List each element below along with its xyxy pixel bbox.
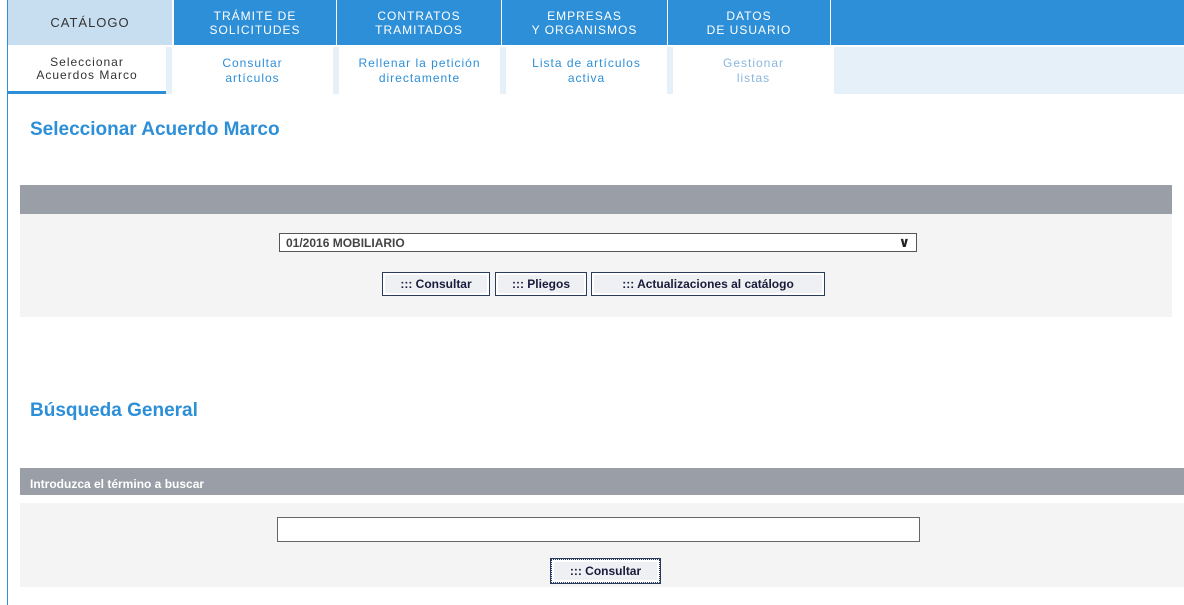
subnav-gestionar-listas[interactable]: Gestionar listas <box>673 47 834 94</box>
chevron-down-icon: ∨ <box>898 234 910 250</box>
tab-empresas-organismos[interactable]: EMPRESAS Y ORGANISMOS <box>502 0 668 45</box>
acuerdo-select-value: 01/2016 MOBILIARIO <box>286 236 405 250</box>
busqueda-consultar-button[interactable]: ::: Consultar <box>550 558 661 584</box>
acuerdo-panel-body <box>20 214 1172 317</box>
sub-navigation: Seleccionar Acuerdos Marco Consultar art… <box>8 47 1184 94</box>
subnav-consultar-articulos[interactable]: Consultar artículos <box>172 47 333 94</box>
busqueda-title: Búsqueda General <box>30 400 198 421</box>
tab-catalogo[interactable]: CATÁLOGO <box>8 0 174 45</box>
search-input[interactable] <box>277 517 920 542</box>
pliegos-button[interactable]: ::: Pliegos <box>495 272 587 296</box>
tab-contratos-tramitados[interactable]: CONTRATOS TRAMITADOS <box>337 0 502 45</box>
consultar-button[interactable]: ::: Consultar <box>382 272 490 296</box>
acuerdo-panel-header <box>20 185 1172 214</box>
subnav-seleccionar-acuerdos[interactable]: Seleccionar Acuerdos Marco <box>8 47 166 94</box>
acuerdo-title: Seleccionar Acuerdo Marco <box>30 119 280 140</box>
subnav-rellenar-peticion[interactable]: Rellenar la petición directamente <box>339 47 500 94</box>
actualizaciones-button[interactable]: ::: Actualizaciones al catálogo <box>591 272 825 296</box>
tab-datos-usuario[interactable]: DATOS DE USUARIO <box>668 0 831 45</box>
main-navigation: CATÁLOGO TRÁMITE DE SOLICITUDES CONTRATO… <box>8 0 1184 45</box>
acuerdo-select[interactable]: 01/2016 MOBILIARIO ∨ <box>279 233 917 252</box>
subnav-lista-articulos[interactable]: Lista de artículos activa <box>506 47 667 94</box>
busqueda-label: Introduzca el término a buscar <box>30 477 205 491</box>
tab-tramite-solicitudes[interactable]: TRÁMITE DE SOLICITUDES <box>174 0 337 45</box>
